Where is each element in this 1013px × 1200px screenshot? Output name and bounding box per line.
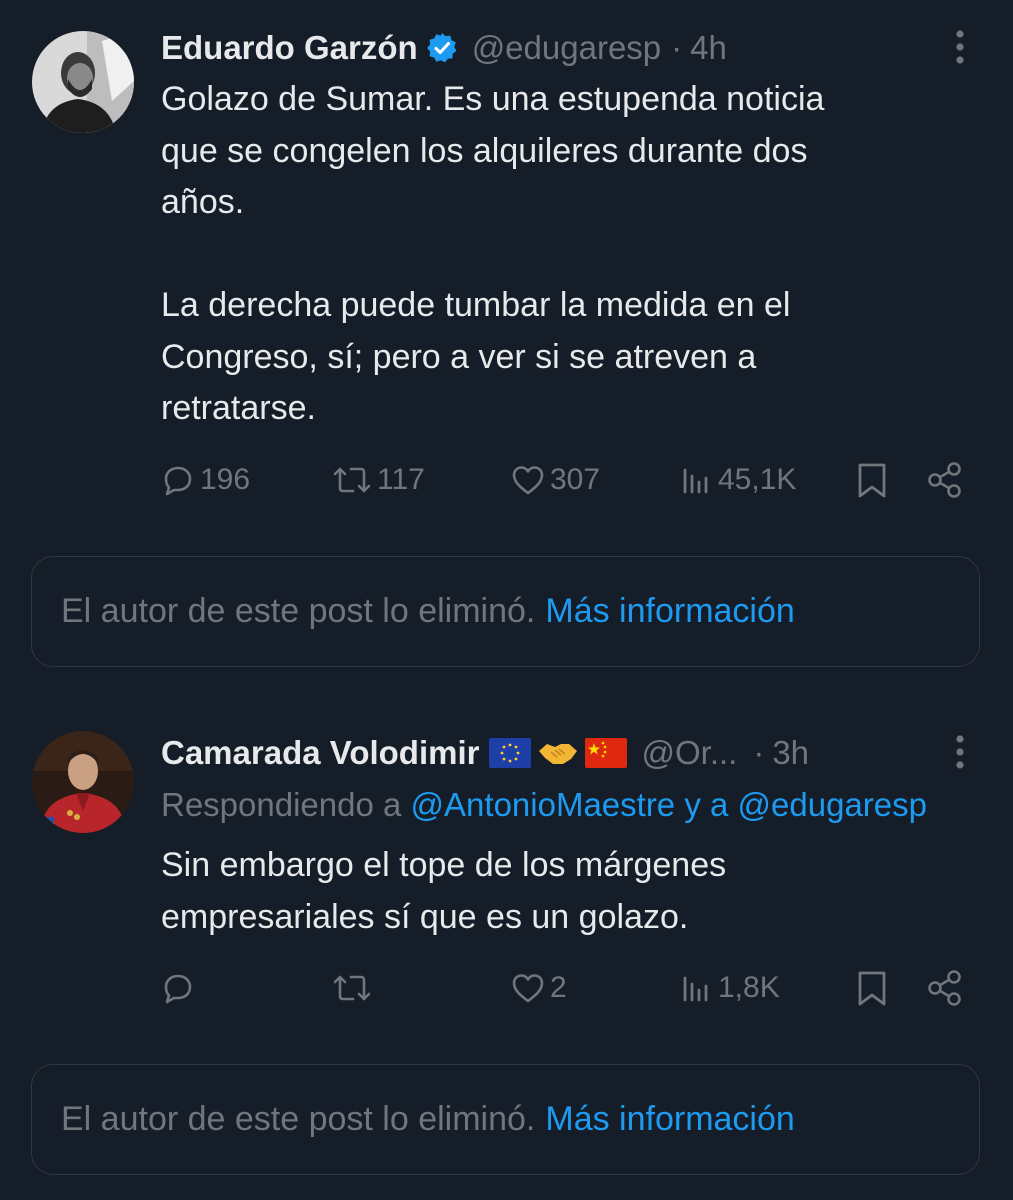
bookmark-icon <box>858 463 886 498</box>
tweet-header: Eduardo Garzón @edugaresp · 4h <box>161 26 953 70</box>
bookmark-button[interactable] <box>855 458 889 502</box>
mention-link[interactable]: @AntonioMaestre <box>411 786 676 823</box>
share-icon <box>928 970 961 1006</box>
like-button[interactable]: 307 <box>510 458 600 502</box>
more-options-icon[interactable] <box>945 26 975 70</box>
timestamp[interactable]: 4h <box>690 29 727 67</box>
more-info-link[interactable]: Más información <box>545 592 794 631</box>
handle[interactable]: @Or... <box>641 734 737 772</box>
retweet-button[interactable] <box>331 966 377 1010</box>
more-options-icon[interactable] <box>945 731 975 775</box>
separator-dot: · <box>753 734 765 771</box>
handshake-icon <box>539 744 578 764</box>
views-button[interactable]: 1,8K <box>680 966 780 1010</box>
separator-dot: · <box>671 29 683 66</box>
deleted-post-notice: El autor de este post lo eliminó. Más in… <box>31 1064 980 1175</box>
replying-to: Respondiendo a @AntonioMaestre y a @edug… <box>161 786 927 824</box>
like-count: 307 <box>550 463 601 496</box>
retweet-button[interactable]: 117 <box>331 458 425 502</box>
heart-icon <box>512 974 544 1003</box>
views-count: 45,1K <box>718 463 797 496</box>
china-flag-icon <box>585 738 628 768</box>
retweet-count: 117 <box>377 463 425 496</box>
timestamp[interactable]: 3h <box>772 734 809 772</box>
tweet-header: Camarada Volodimir @Or... · 3h <box>161 731 953 775</box>
like-count: 2 <box>550 971 567 1004</box>
display-name[interactable]: Eduardo Garzón <box>161 29 418 67</box>
tweet-text: Golazo de Sumar. Es una estupenda notici… <box>161 80 825 427</box>
deleted-post-notice: El autor de este post lo eliminó. Más in… <box>31 556 980 667</box>
name-emojis <box>489 738 633 768</box>
tweet[interactable]: Eduardo Garzón @edugaresp · 4h Golazo de… <box>0 0 1013 540</box>
verified-badge-icon <box>426 32 458 64</box>
handle[interactable]: @edugaresp <box>472 29 661 67</box>
tweet-text: Sin embargo el tope de los márgenes empr… <box>161 846 727 936</box>
avatar[interactable] <box>32 31 134 133</box>
reply-count: 196 <box>200 463 251 496</box>
tweet-actions: 2 1,8K <box>0 966 1013 1010</box>
tweet[interactable]: Camarada Volodimir @Or... · 3h Respondie… <box>0 700 1013 1050</box>
display-name[interactable]: Camarada Volodimir <box>161 734 479 772</box>
timeline: Eduardo Garzón @edugaresp · 4h Golazo de… <box>0 0 1013 1200</box>
avatar[interactable] <box>32 731 134 833</box>
replying-to-conjunction: y a <box>675 786 738 823</box>
bookmark-icon <box>858 971 886 1006</box>
views-count: 1,8K <box>718 971 780 1004</box>
tweet-actions: 196 117 307 45,1K <box>0 458 1013 502</box>
more-info-link[interactable]: Más información <box>545 1100 794 1139</box>
mention-link[interactable]: @edugaresp <box>738 786 927 823</box>
heart-icon <box>512 466 544 495</box>
reply-icon <box>164 466 192 496</box>
reply-button[interactable]: 196 <box>160 458 250 502</box>
retweet-icon <box>333 467 371 493</box>
deleted-notice-text: El autor de este post lo eliminó. <box>61 592 536 630</box>
views-icon <box>683 976 708 1002</box>
eu-flag-icon <box>489 738 532 768</box>
like-button[interactable]: 2 <box>510 966 567 1010</box>
retweet-icon <box>333 975 371 1001</box>
views-button[interactable]: 45,1K <box>680 458 796 502</box>
share-icon <box>928 462 961 498</box>
share-button[interactable] <box>926 966 964 1010</box>
bookmark-button[interactable] <box>855 966 889 1010</box>
deleted-notice-text: El autor de este post lo eliminó. <box>61 1100 536 1138</box>
replying-to-prefix: Respondiendo a <box>161 786 411 823</box>
reply-button[interactable] <box>160 966 200 1010</box>
share-button[interactable] <box>926 458 964 502</box>
reply-icon <box>164 974 192 1004</box>
views-icon <box>683 468 708 494</box>
